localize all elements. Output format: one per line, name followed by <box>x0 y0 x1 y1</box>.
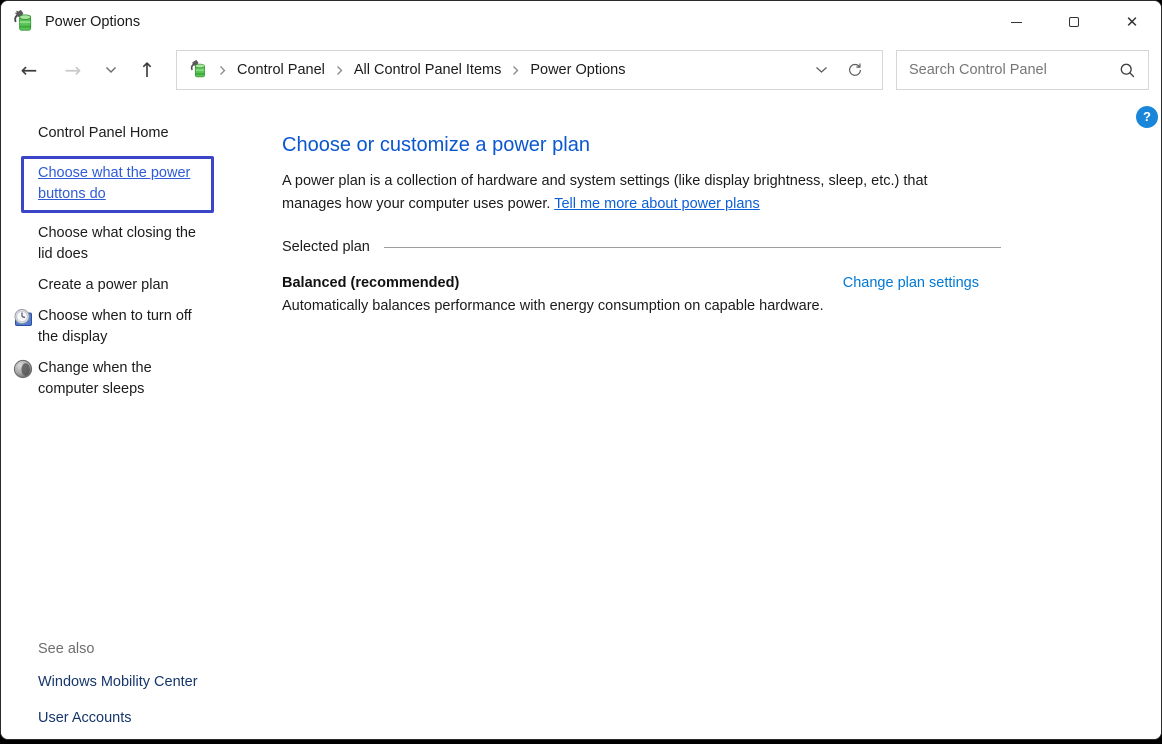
chevron-right-icon <box>219 65 226 76</box>
plan-row: Balanced (recommended) Change plan setti… <box>282 275 1001 291</box>
breadcrumb-all-control-panel-items[interactable]: All Control Panel Items <box>349 58 506 82</box>
tell-me-more-link[interactable]: Tell me more about power plans <box>554 196 760 212</box>
content-area: Control Panel Home Choose what the power… <box>1 97 1161 739</box>
up-button[interactable]: ↑ <box>132 55 162 85</box>
address-bar[interactable]: Control Panel All Control Panel Items Po… <box>176 50 883 90</box>
sidebar-item-change-sleep[interactable]: Change when the computer sleeps <box>38 358 214 400</box>
selected-plan-section: Selected plan <box>282 239 1001 255</box>
window-title: Power Options <box>45 14 140 30</box>
highlight-box: Choose what the power buttons do <box>21 156 214 213</box>
sidebar-item-user-accounts[interactable]: User Accounts <box>38 708 132 729</box>
sidebar-item-create-power-plan[interactable]: Create a power plan <box>38 275 214 296</box>
help-icon[interactable]: ? <box>1136 106 1158 128</box>
change-plan-settings-link[interactable]: Change plan settings <box>843 275 979 291</box>
search-input[interactable] <box>909 62 1119 78</box>
sidebar-item-turn-off-display[interactable]: Choose when to turn off the display <box>38 306 214 348</box>
sidebar-item-choose-power-buttons[interactable]: Choose what the power buttons do <box>38 165 190 202</box>
breadcrumb-control-panel[interactable]: Control Panel <box>232 58 330 82</box>
selected-plan-label: Selected plan <box>282 239 370 255</box>
minimize-icon <box>1011 22 1022 23</box>
refresh-icon[interactable] <box>838 53 872 87</box>
sidebar-item-label: Change when the computer sleeps <box>38 360 152 397</box>
search-box <box>896 50 1149 90</box>
main-panel: Choose or customize a power plan A power… <box>251 97 1161 739</box>
intro-paragraph: A power plan is a collection of hardware… <box>282 170 960 216</box>
address-dropdown-chevron-icon[interactable] <box>804 53 838 87</box>
close-button[interactable]: ✕ <box>1103 1 1161 43</box>
section-divider <box>384 247 1001 248</box>
window-controls: ✕ <box>987 1 1161 43</box>
breadcrumb-power-icon <box>189 60 209 80</box>
close-icon: ✕ <box>1126 15 1139 30</box>
see-also-section: See also Windows Mobility Center User Ac… <box>38 641 198 729</box>
sidebar-item-control-panel-home[interactable]: Control Panel Home <box>38 125 169 141</box>
sidebar-item-label: Choose when to turn off the display <box>38 308 192 345</box>
search-icon[interactable] <box>1119 62 1136 79</box>
back-button[interactable]: ← <box>14 55 44 85</box>
title-bar: Power Options ✕ <box>1 1 1161 43</box>
maximize-button[interactable] <box>1045 1 1103 43</box>
see-also-header: See also <box>38 641 198 657</box>
minimize-button[interactable] <box>987 1 1045 43</box>
chevron-right-icon <box>336 65 343 76</box>
plan-description: Automatically balances performance with … <box>282 298 1161 314</box>
sidebar: Control Panel Home Choose what the power… <box>1 97 251 739</box>
breadcrumb-power-options[interactable]: Power Options <box>525 58 630 82</box>
chevron-right-icon <box>512 65 519 76</box>
maximize-icon <box>1069 17 1079 27</box>
page-title: Choose or customize a power plan <box>282 134 1161 157</box>
navigation-bar: ← → ↑ Control Panel All Control Panel It… <box>1 43 1161 97</box>
sleep-icon <box>13 359 33 379</box>
clock-icon <box>13 307 33 327</box>
power-options-app-icon <box>12 10 36 34</box>
recent-pages-chevron-icon[interactable] <box>99 55 123 85</box>
plan-name: Balanced (recommended) <box>282 275 459 291</box>
forward-button[interactable]: → <box>58 55 88 85</box>
power-options-window: Power Options ✕ ← → ↑ Contro <box>0 0 1162 740</box>
sidebar-item-windows-mobility-center[interactable]: Windows Mobility Center <box>38 672 198 693</box>
sidebar-item-choose-lid-close[interactable]: Choose what closing the lid does <box>38 223 214 265</box>
